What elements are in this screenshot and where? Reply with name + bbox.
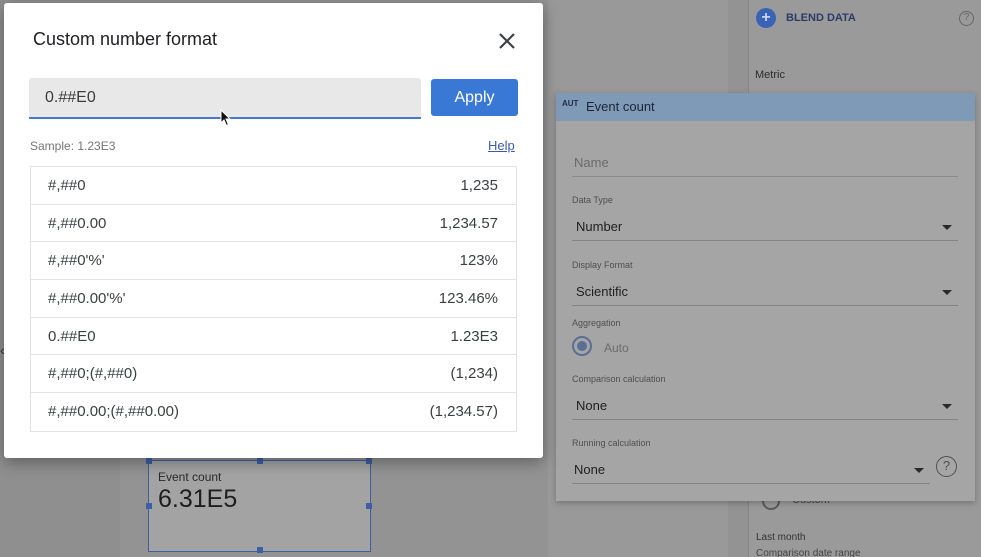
help-icon[interactable]: ? bbox=[936, 456, 957, 477]
field-editor-header: AUT Event count bbox=[556, 93, 975, 121]
comparison-date-range-label: Comparison date range bbox=[756, 548, 861, 557]
date-range-value: Last month bbox=[756, 532, 806, 543]
dropdown-arrow-icon bbox=[942, 290, 952, 295]
dropdown-arrow-icon bbox=[942, 404, 952, 409]
field-type-badge: AUT bbox=[562, 99, 579, 108]
format-sample: 1.23E3 bbox=[450, 327, 498, 345]
format-pattern: #,##0.00 bbox=[48, 214, 107, 232]
scorecard-value: 6.31E5 bbox=[158, 485, 238, 513]
help-link[interactable]: Help bbox=[488, 138, 515, 153]
format-preset-row[interactable]: #,##0.00'%' 123.46% bbox=[31, 280, 516, 318]
format-preset-row[interactable]: #,##0.00;(#,##0.00) (1,234.57) bbox=[31, 393, 516, 431]
format-pattern: #,##0'%' bbox=[48, 252, 105, 270]
format-pattern: #,##0;(#,##0) bbox=[48, 365, 138, 383]
dialog-title: Custom number format bbox=[33, 29, 218, 49]
aggregation-auto-label: Auto bbox=[604, 341, 629, 355]
scorecard-label: Event count bbox=[158, 470, 222, 484]
display-format-label: Display Format bbox=[572, 260, 633, 270]
field-editor-panel: AUT Event count Name Data Type Number Di… bbox=[556, 93, 975, 501]
format-pattern: #,##0 bbox=[48, 176, 86, 194]
aggregation-label: Aggregation bbox=[572, 318, 621, 328]
comparison-calculation-select[interactable]: None bbox=[572, 392, 958, 420]
resize-handle[interactable] bbox=[366, 458, 372, 464]
format-sample: (1,234) bbox=[450, 365, 498, 383]
metric-section-label: Metric bbox=[755, 69, 785, 81]
plus-icon: + bbox=[756, 8, 776, 28]
format-sample: 1,234.57 bbox=[439, 214, 498, 232]
resize-handle[interactable] bbox=[257, 458, 263, 464]
format-preset-row[interactable]: #,##0 1,235 bbox=[31, 167, 516, 205]
format-pattern: #,##0.00;(#,##0.00) bbox=[48, 403, 179, 421]
comparison-calculation-label: Comparison calculation bbox=[572, 374, 666, 384]
custom-number-format-dialog: Custom number format Apply Sample: 1.23E… bbox=[4, 3, 543, 458]
field-editor-title: Event count bbox=[586, 99, 655, 114]
field-name-input[interactable]: Name bbox=[574, 155, 609, 170]
dropdown-arrow-icon bbox=[942, 225, 952, 230]
blend-data-label: BLEND DATA bbox=[786, 12, 856, 24]
format-pattern: 0.##E0 bbox=[48, 327, 96, 345]
format-sample: 123.46% bbox=[438, 289, 498, 307]
format-sample: 1,235 bbox=[460, 176, 498, 194]
format-pattern: #,##0.00'%' bbox=[48, 289, 126, 307]
running-calculation-label: Running calculation bbox=[572, 438, 651, 448]
resize-handle[interactable] bbox=[257, 547, 263, 553]
aggregation-auto-radio[interactable] bbox=[572, 336, 592, 356]
resize-handle[interactable] bbox=[146, 503, 152, 509]
help-icon[interactable]: ? bbox=[959, 11, 974, 26]
display-format-select[interactable]: Scientific bbox=[572, 278, 958, 306]
dropdown-arrow-icon bbox=[914, 468, 924, 473]
scorecard-chart[interactable]: Event count 6.31E5 bbox=[146, 458, 372, 553]
display-format-value: Scientific bbox=[576, 284, 629, 299]
sample-preview: Sample: 1.23E3 bbox=[30, 139, 116, 153]
resize-handle[interactable] bbox=[146, 458, 152, 464]
mouse-pointer-icon bbox=[220, 109, 232, 127]
format-preset-row[interactable]: #,##0.00 1,234.57 bbox=[31, 205, 516, 243]
comparison-calculation-value: None bbox=[576, 398, 608, 413]
format-sample: (1,234.57) bbox=[429, 403, 498, 421]
blend-data-button[interactable]: + BLEND DATA bbox=[756, 8, 856, 28]
apply-button[interactable]: Apply bbox=[431, 79, 518, 116]
data-type-label: Data Type bbox=[572, 195, 613, 205]
format-sample: 123% bbox=[459, 252, 498, 270]
format-preset-row[interactable]: 0.##E0 1.23E3 bbox=[31, 318, 516, 356]
divider bbox=[572, 176, 958, 177]
running-calculation-value: None bbox=[574, 462, 606, 477]
format-preset-row[interactable]: #,##0'%' 123% bbox=[31, 242, 516, 281]
data-type-select[interactable]: Number bbox=[572, 213, 958, 241]
resize-handle[interactable] bbox=[366, 503, 372, 509]
running-calculation-select[interactable]: None bbox=[572, 456, 930, 484]
format-preset-list: #,##0 1,235 #,##0.00 1,234.57 #,##0'%' 1… bbox=[30, 166, 517, 432]
close-icon[interactable] bbox=[496, 30, 518, 52]
format-preset-row[interactable]: #,##0;(#,##0) (1,234) bbox=[31, 355, 516, 394]
data-type-value: Number bbox=[576, 219, 623, 234]
